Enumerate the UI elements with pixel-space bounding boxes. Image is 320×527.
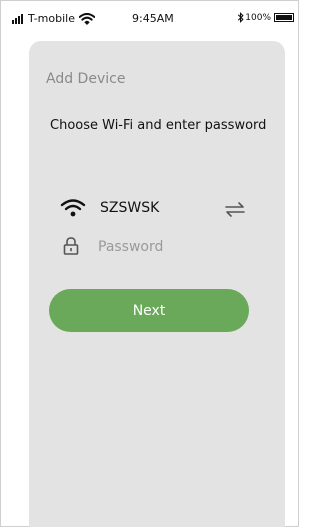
- status-right: 100%: [237, 12, 294, 23]
- password-row: [62, 234, 252, 260]
- password-input[interactable]: [98, 236, 238, 258]
- status-time: 9:45AM: [132, 12, 174, 25]
- signal-bars-icon: [12, 13, 24, 24]
- wifi-icon: [60, 199, 86, 217]
- wifi-ssid: SZSWSK: [100, 200, 160, 216]
- wifi-network-row: SZSWSK: [60, 196, 250, 222]
- status-bar: T-mobile 9:45AM 100%: [0, 0, 299, 40]
- swap-arrows-icon[interactable]: [224, 200, 246, 218]
- page-title: Add Device: [46, 71, 126, 87]
- content-panel: [29, 41, 285, 527]
- battery-percent: 100%: [245, 12, 271, 23]
- carrier-name: T-mobile: [28, 12, 75, 25]
- page-subtitle: Choose Wi-Fi and enter password: [50, 118, 267, 133]
- status-left: T-mobile: [12, 12, 95, 25]
- wifi-icon: [79, 12, 95, 25]
- bluetooth-icon: [238, 12, 244, 23]
- lock-icon: [63, 237, 79, 255]
- battery-icon: [274, 13, 294, 22]
- next-button[interactable]: Next: [49, 289, 249, 332]
